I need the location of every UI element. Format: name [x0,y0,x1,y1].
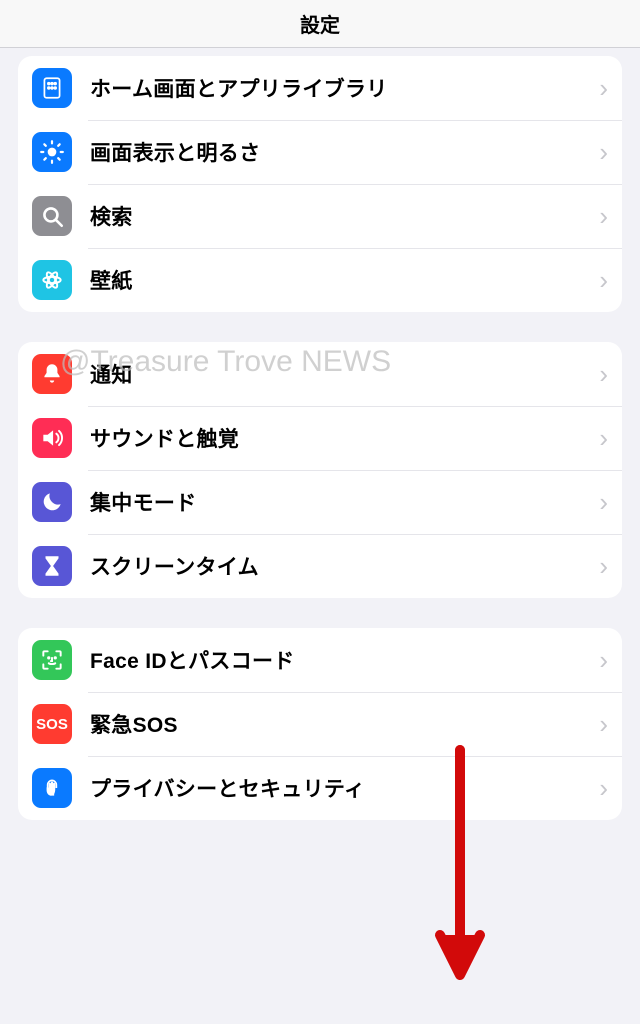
chevron-right-icon: › [593,265,608,296]
row-label: Face IDとパスコード [90,645,593,675]
notification-icon [32,354,72,394]
sound-icon [32,418,72,458]
row-label: 壁紙 [90,265,593,295]
chevron-right-icon: › [593,645,608,676]
brightness-icon [32,132,72,172]
row-display-brightness[interactable]: 画面表示と明るさ › [18,120,622,184]
row-privacy-security[interactable]: プライバシーとセキュリティ › [18,756,622,820]
row-home-screen[interactable]: ホーム画面とアプリライブラリ › [18,56,622,120]
row-label: スクリーンタイム [90,551,593,581]
sos-icon: SOS [32,704,72,744]
chevron-right-icon: › [593,73,608,104]
focus-icon [32,482,72,522]
settings-group-2: 通知 › サウンドと触覚 › 集中モード › スクリーンタイム › [18,342,622,598]
row-sounds[interactable]: サウンドと触覚 › [18,406,622,470]
chevron-right-icon: › [593,773,608,804]
row-label: 緊急SOS [90,709,593,739]
faceid-icon [32,640,72,680]
header: 設定 [0,0,640,48]
row-label: 検索 [90,201,593,231]
row-notifications[interactable]: 通知 › [18,342,622,406]
row-label: プライバシーとセキュリティ [90,773,593,803]
chevron-right-icon: › [593,137,608,168]
home-grid-icon [32,68,72,108]
row-label: 集中モード [90,487,593,517]
row-label: 通知 [90,359,593,389]
row-search[interactable]: 検索 › [18,184,622,248]
page-title: 設定 [300,9,340,38]
row-label: サウンドと触覚 [90,423,593,453]
row-wallpaper[interactable]: 壁紙 › [18,248,622,312]
chevron-right-icon: › [593,709,608,740]
row-label: 画面表示と明るさ [90,137,593,167]
wallpaper-icon [32,260,72,300]
row-screen-time[interactable]: スクリーンタイム › [18,534,622,598]
row-faceid[interactable]: Face IDとパスコード › [18,628,622,692]
row-label: ホーム画面とアプリライブラリ [90,73,593,103]
privacy-icon [32,768,72,808]
chevron-right-icon: › [593,201,608,232]
row-emergency-sos[interactable]: SOS 緊急SOS › [18,692,622,756]
chevron-right-icon: › [593,423,608,454]
settings-group-3: Face IDとパスコード › SOS 緊急SOS › プライバシーとセキュリテ… [18,628,622,820]
chevron-right-icon: › [593,551,608,582]
chevron-right-icon: › [593,359,608,390]
screentime-icon [32,546,72,586]
row-focus[interactable]: 集中モード › [18,470,622,534]
settings-group-1: ホーム画面とアプリライブラリ › 画面表示と明るさ › 検索 › 壁紙 › [18,56,622,312]
chevron-right-icon: › [593,487,608,518]
search-icon [32,196,72,236]
